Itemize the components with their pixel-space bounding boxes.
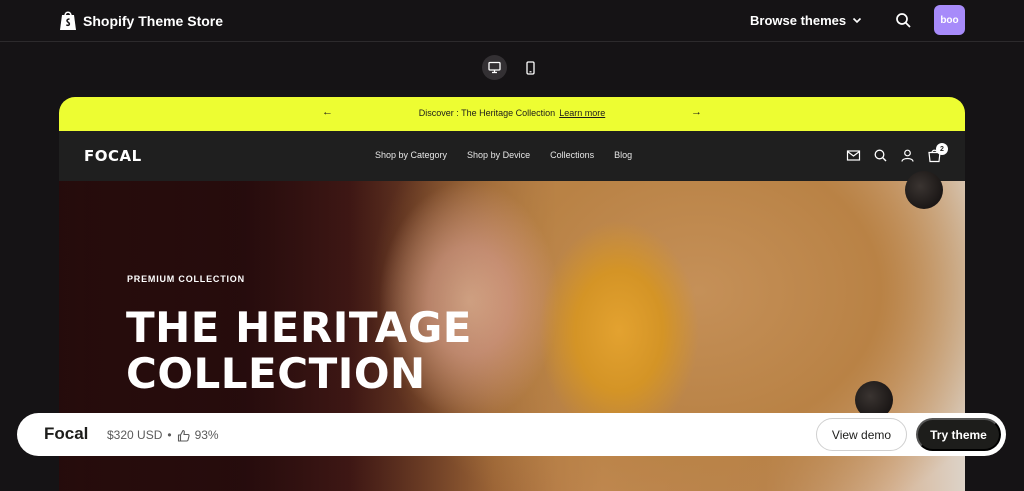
- brand-name: Shopify Theme Store: [83, 12, 224, 29]
- account-icon[interactable]: [900, 148, 915, 163]
- hero-title: THE HERITAGE COLLECTION: [126, 305, 472, 397]
- view-demo-button[interactable]: View demo: [816, 418, 907, 451]
- theme-price: $320 USD: [107, 428, 163, 442]
- hero-title-line-2: COLLECTION: [126, 349, 426, 398]
- announcement-text: Discover : The Heritage Collection Learn …: [59, 108, 965, 118]
- user-avatar[interactable]: boo: [934, 5, 965, 35]
- chevron-down-icon: [853, 17, 862, 24]
- avatar-initials: boo: [940, 14, 959, 26]
- meta-separator: •: [167, 428, 172, 442]
- mobile-icon: [526, 60, 535, 75]
- browse-themes-menu[interactable]: Browse themes: [750, 11, 862, 29]
- desktop-icon: [488, 61, 501, 74]
- cart-button[interactable]: 2: [927, 143, 948, 163]
- thumbs-up-icon: [177, 429, 190, 442]
- cart-count-badge: 2: [936, 143, 948, 155]
- announcement-next-arrow[interactable]: →: [691, 106, 702, 118]
- coat-button-image: [905, 171, 943, 209]
- nav-link-blog[interactable]: Blog: [614, 150, 632, 160]
- hero-title-line-1: THE HERITAGE: [126, 303, 472, 352]
- try-theme-button[interactable]: Try theme: [916, 418, 1001, 451]
- theme-meta: $320 USD • 93%: [107, 428, 219, 442]
- nav-link-shop-by-category[interactable]: Shop by Category: [375, 150, 447, 160]
- store-nav-links: Shop by Category Shop by Device Collecti…: [375, 150, 632, 160]
- announcement-bar: ← Discover : The Heritage Collection Lear…: [59, 97, 965, 131]
- nav-link-shop-by-device[interactable]: Shop by Device: [467, 150, 530, 160]
- theme-rating: 93%: [194, 428, 219, 442]
- mobile-view-toggle[interactable]: [518, 55, 543, 80]
- theme-name: Focal: [44, 424, 89, 443]
- store-navigation: FOCAL Shop by Category Shop by Device Co…: [59, 131, 965, 181]
- store-logo[interactable]: FOCAL: [84, 147, 142, 165]
- mail-icon[interactable]: [846, 148, 861, 163]
- top-bar: Shopify Theme Store Browse themes boo: [0, 0, 1024, 42]
- brand-link[interactable]: Shopify Theme Store: [59, 10, 223, 31]
- theme-info-bar: Focal $320 USD • 93% View demo Try theme: [17, 413, 1006, 456]
- nav-link-collections[interactable]: Collections: [550, 150, 594, 160]
- store-nav-icons: 2: [846, 143, 948, 163]
- announcement-learn-more-link[interactable]: Learn more: [559, 108, 605, 118]
- announcement-message: Discover : The Heritage Collection: [418, 108, 556, 118]
- search-icon[interactable]: [873, 148, 888, 163]
- shopify-bag-icon: [60, 11, 76, 30]
- desktop-view-toggle[interactable]: [482, 55, 507, 80]
- hero-eyebrow: PREMIUM COLLECTION: [127, 274, 245, 284]
- search-icon[interactable]: [895, 12, 912, 29]
- browse-themes-label: Browse themes: [750, 12, 847, 28]
